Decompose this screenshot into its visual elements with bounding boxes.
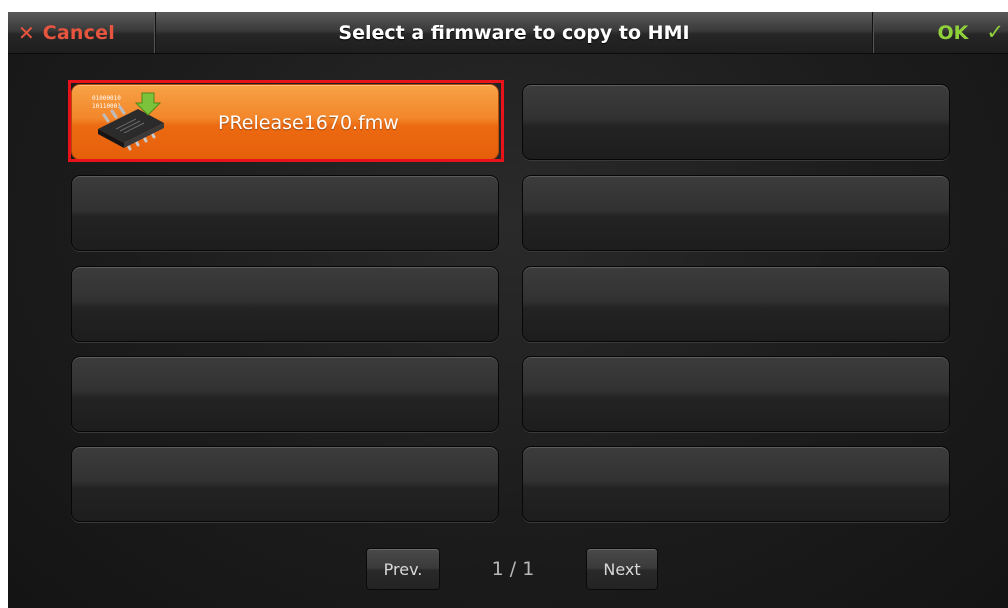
next-button[interactable]: Next bbox=[586, 548, 658, 590]
svg-text:01000010: 01000010 bbox=[92, 95, 121, 102]
file-item-empty[interactable] bbox=[71, 175, 499, 251]
file-item-empty[interactable] bbox=[522, 84, 950, 160]
cancel-button[interactable]: ✕ Cancel bbox=[8, 12, 156, 53]
x-icon: ✕ bbox=[18, 20, 35, 45]
file-item-empty[interactable] bbox=[522, 356, 950, 432]
file-name: PRelease1670.fmw bbox=[218, 112, 399, 134]
ok-label: OK bbox=[937, 21, 969, 44]
svg-text:10110001: 10110001 bbox=[92, 103, 121, 110]
prev-button[interactable]: Prev. bbox=[366, 548, 440, 590]
page-title: Select a firmware to copy to HMI bbox=[338, 21, 690, 44]
file-item-empty[interactable] bbox=[522, 175, 950, 251]
firmware-chip-icon: 01000010 10110001 bbox=[92, 92, 164, 151]
file-item-empty[interactable] bbox=[522, 266, 950, 342]
file-item-empty[interactable] bbox=[71, 446, 499, 522]
header-bar: ✕ Cancel Select a firmware to copy to HM… bbox=[8, 12, 1008, 54]
page-indicator: 1 / 1 bbox=[491, 558, 535, 580]
file-item-empty[interactable] bbox=[71, 266, 499, 342]
cancel-label: Cancel bbox=[42, 21, 115, 44]
checkmark-icon: ✓ bbox=[986, 20, 1004, 44]
file-item[interactable]: 01000010 10110001 PRelease1670.fmw bbox=[71, 84, 499, 160]
file-item-empty[interactable] bbox=[71, 356, 499, 432]
hmi-screen: ✕ Cancel Select a firmware to copy to HM… bbox=[8, 12, 1008, 608]
file-item-empty[interactable] bbox=[522, 446, 950, 522]
ok-button[interactable]: OK ✓ bbox=[872, 12, 1008, 53]
